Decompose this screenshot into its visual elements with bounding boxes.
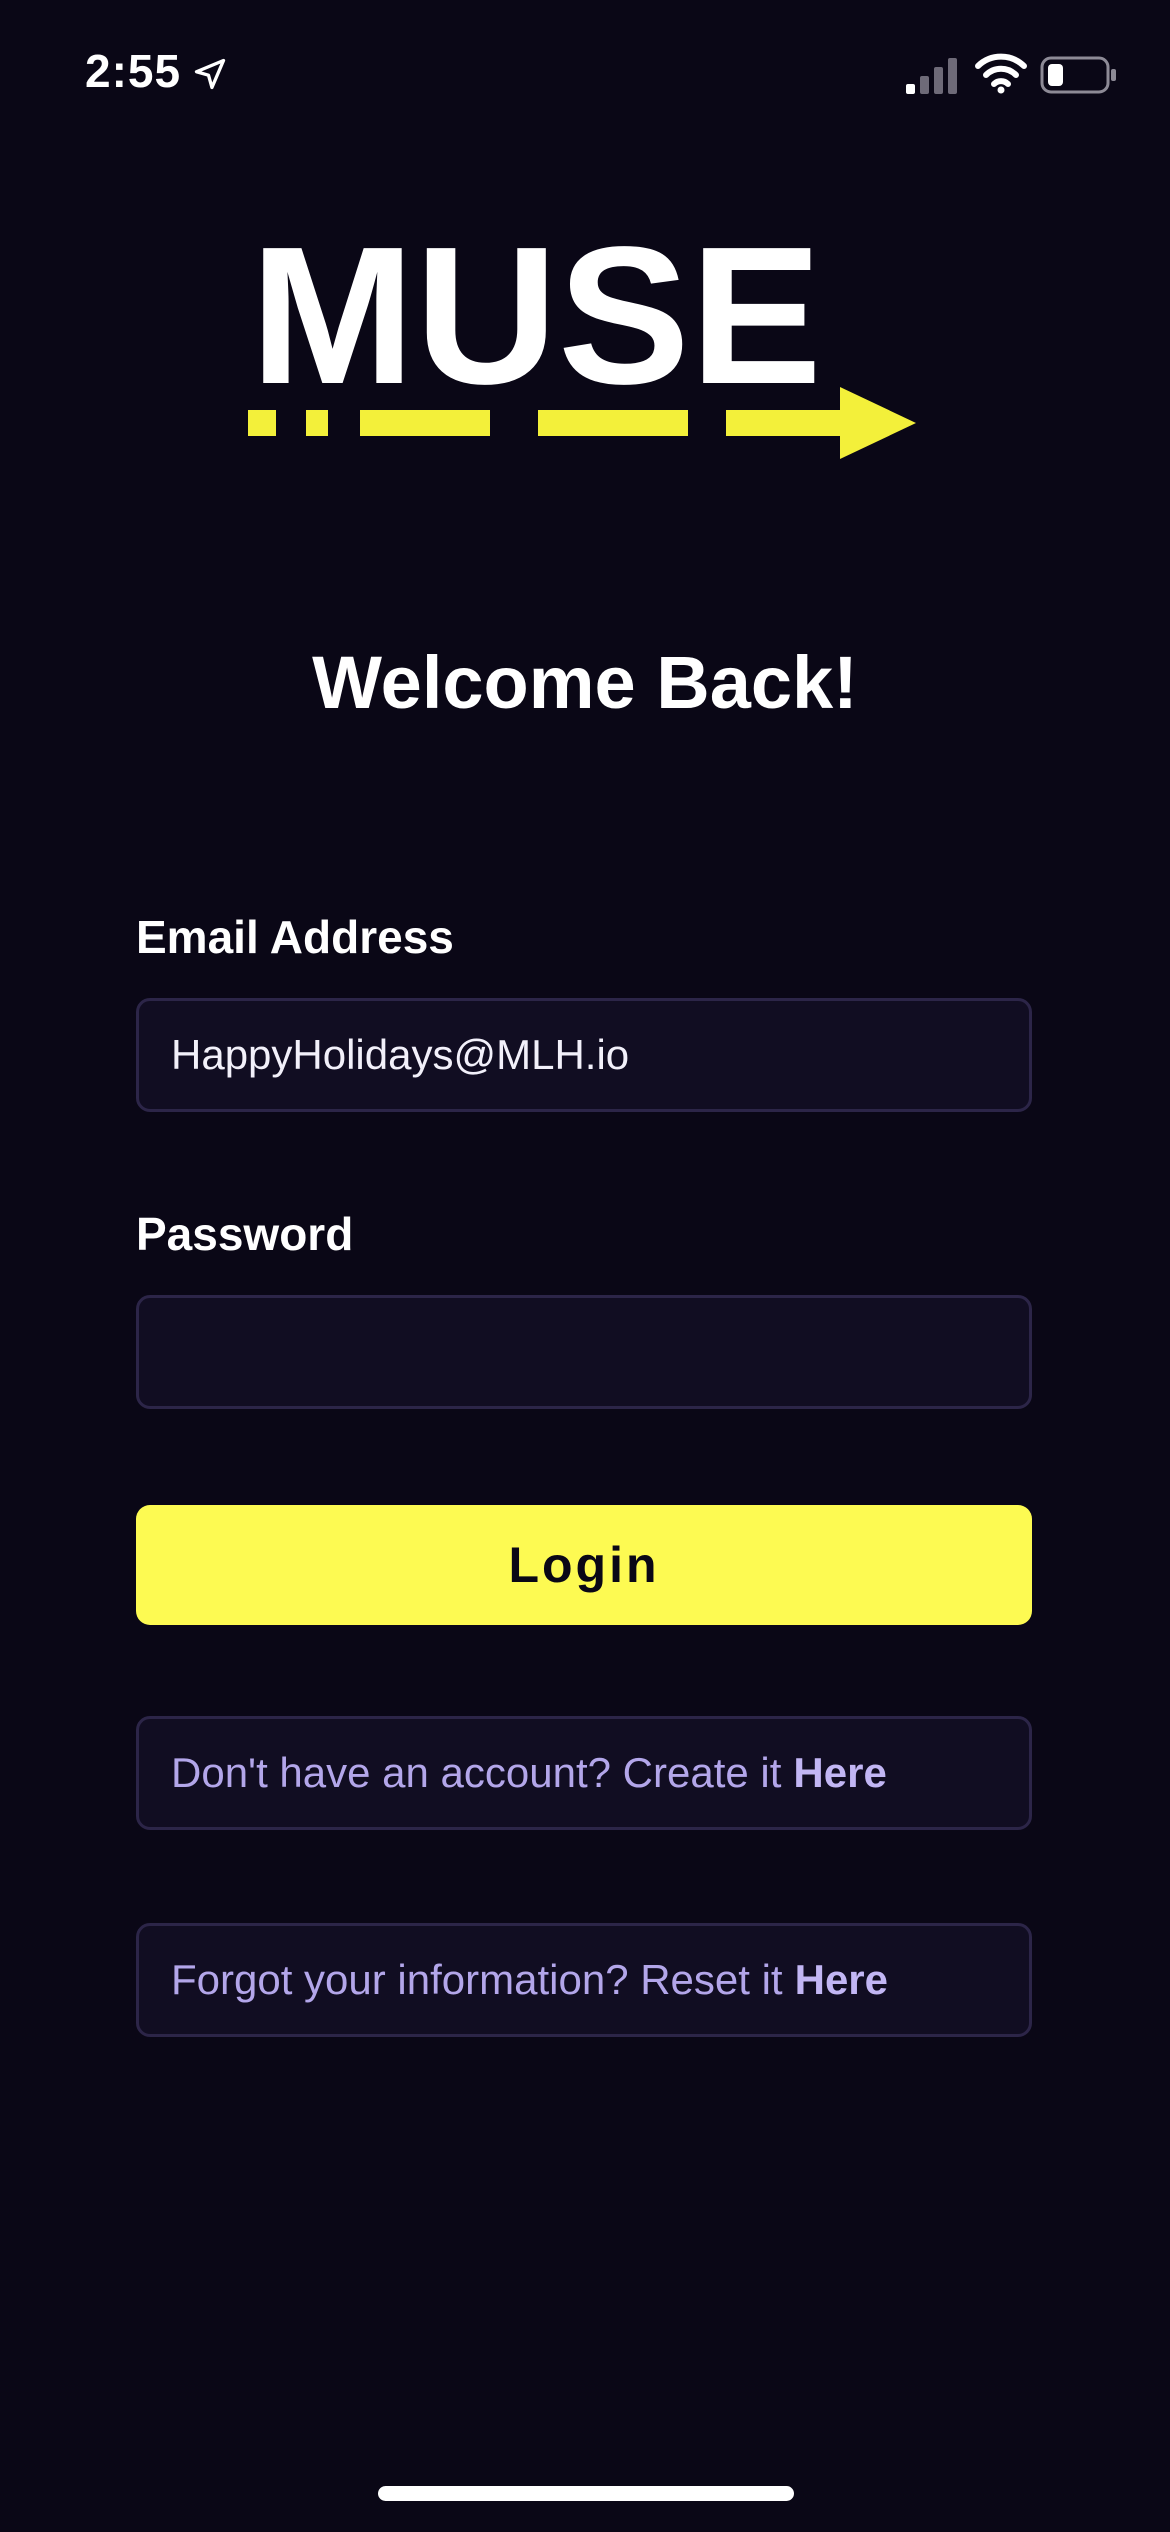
login-button[interactable]: Login bbox=[136, 1505, 1032, 1625]
welcome-title: Welcome Back! bbox=[312, 641, 858, 724]
password-label: Password bbox=[136, 1208, 354, 1260]
password-field[interactable] bbox=[136, 1295, 1032, 1409]
create-account-text: Don't have an account? Create it bbox=[171, 1749, 782, 1796]
muse-logo: MUSE bbox=[248, 225, 916, 459]
logo-wordmark: MUSE bbox=[250, 225, 822, 425]
location-arrow-icon bbox=[194, 58, 226, 90]
cellular-signal-icon bbox=[906, 58, 957, 94]
battery-icon bbox=[1040, 56, 1116, 94]
reset-info-here-link[interactable]: Here bbox=[795, 1956, 888, 2004]
reset-info-link[interactable]: Forgot your information? Reset it Here bbox=[136, 1923, 1032, 2037]
status-time: 2:55 bbox=[85, 45, 182, 97]
reset-info-text: Forgot your information? Reset it bbox=[171, 1956, 783, 2003]
status-bar: 2:55 bbox=[0, 0, 1170, 140]
email-label: Email Address bbox=[136, 911, 454, 963]
create-account-link[interactable]: Don't have an account? Create it Here bbox=[136, 1716, 1032, 1830]
email-field[interactable] bbox=[136, 998, 1032, 1112]
wifi-icon bbox=[975, 53, 1027, 94]
login-screen: 2:55 MUSE Welcome Back! Email Address Ha… bbox=[0, 0, 1170, 2532]
home-indicator[interactable] bbox=[378, 2486, 794, 2501]
create-account-here-link[interactable]: Here bbox=[793, 1749, 886, 1797]
